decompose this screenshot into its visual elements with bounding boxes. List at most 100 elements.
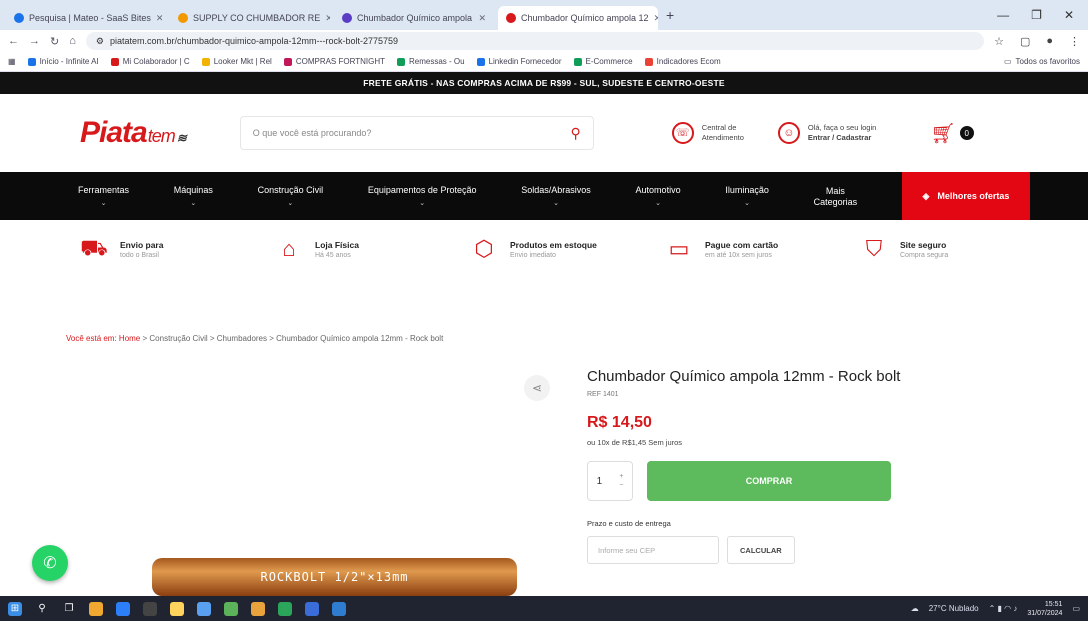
os-taskbar: ⊞ ⚲ ❐ ☁ 27°C Nublado ⌃ ▮ ◠ ♪ 15:51 31/07/… [0,596,1088,621]
nav-item-equipamentos-protecao[interactable]: Equipamentos de Proteção ⌄ [368,185,477,207]
nav-label: Construção Civil [257,185,324,195]
nav-item-maquinas[interactable]: Máquinas ⌄ [174,185,213,207]
reload-icon[interactable]: ↻ [50,35,59,48]
extensions-icon[interactable]: ▢ [1020,35,1030,48]
quantity-stepper[interactable]: 1 + − [587,461,633,501]
home-icon[interactable]: ⌂ [69,35,76,47]
app-icon[interactable] [197,601,211,616]
maximize-icon[interactable]: ❐ [1031,8,1042,22]
bookmark-label: Looker Mkt | Rel [213,57,272,66]
share-button[interactable]: ⋖ [524,375,550,401]
browser-tab-bar: Pesquisa | Mateo - SaaS Bites ✕ SUPPLY CO… [0,0,1088,30]
benefit-subtitle: Envio imediato [510,251,556,259]
benefit-item: ⛟ Envio para todo o Brasil [80,235,275,264]
bookmark-item[interactable]: Looker Mkt | Rel [201,57,272,66]
bookmark-item[interactable]: COMPRAS FORTNIGHT [283,57,385,66]
nav-item-iluminacao[interactable]: Iluminação ⌄ [725,185,769,207]
weather-text[interactable]: 27°C Nublado [929,604,979,613]
all-bookmarks[interactable]: ▭ Todos os favoritos [1004,57,1080,66]
account-line2: Entrar / Cadastrar [807,133,872,142]
whatsapp-button[interactable]: ✆ [32,545,68,581]
bookmark-star-icon[interactable]: ☆ [994,35,1004,48]
app-icon[interactable] [305,601,319,616]
app-icon[interactable] [170,601,184,616]
start-icon[interactable]: ⊞ [8,601,22,616]
breadcrumb-trail[interactable]: > Construção Civil > Chumbadores > Chumb… [143,334,444,343]
close-tab-icon[interactable]: ✕ [478,13,486,24]
buy-button[interactable]: COMPRAR [647,461,891,501]
app-icon[interactable] [224,601,238,616]
account-link[interactable]: ☺ Olá, faça o seu login Entrar / Cadastra… [777,122,876,144]
app-icon[interactable] [278,601,292,616]
benefit-title: Pague com cartão [705,239,779,250]
increment-icon[interactable]: + [619,472,623,481]
menu-icon[interactable]: ⋮ [1069,35,1080,48]
close-window-icon[interactable]: ✕ [1064,8,1074,22]
breadcrumb: Você está em: Home > Construção Civil > … [66,334,443,343]
tab-label: SUPPLY CO CHUMBADOR RE [193,13,321,23]
search-icon[interactable]: ⚲ [571,125,581,142]
bookmark-item[interactable]: Início - Infinite AI [27,57,99,66]
close-tab-icon[interactable]: ✕ [654,13,658,24]
benefit-item: ▭ Pague com cartão em até 10x sem juros [665,236,860,262]
url-field[interactable]: ⚙ piatatem.com.br/chumbador-quimico-ampo… [85,32,985,50]
calculate-shipping-button[interactable]: CALCULAR [727,536,795,564]
product-image[interactable]: ROCKBOLT 1/2"×13mm [152,558,517,596]
nav-item-soldas-abrasivos[interactable]: Soldas/Abrasivos ⌄ [521,185,591,207]
truck-icon: ⛟ [80,234,108,260]
minimize-icon[interactable]: — [997,8,1009,22]
bookmark-label: Mi Colaborador | C [122,57,190,66]
forward-icon[interactable]: → [29,35,40,47]
app-icon[interactable] [143,601,157,616]
bookmark-item[interactable]: E-Commerce [573,57,633,66]
new-tab-button[interactable]: + [666,7,674,23]
browser-tab-active[interactable]: Chumbador Químico ampola 12 ✕ [498,6,658,30]
bookmark-item[interactable]: Linkedin Fornecedor [476,57,562,66]
search-icon[interactable]: ⚲ [35,602,49,616]
benefit-subtitle: Compra segura [900,251,949,259]
store-icon[interactable] [116,601,130,616]
url-text: piatatem.com.br/chumbador-quimico-ampola… [109,36,399,46]
bookmark-item[interactable]: Mi Colaborador | C [110,57,190,66]
breadcrumb-home[interactable]: Você está em: Home [66,334,140,343]
bookmark-favicon-icon [644,57,653,66]
tab-favicon-icon [342,13,352,23]
bookmark-favicon-icon [110,57,119,66]
tray-icons[interactable]: ⌃ ▮ ◠ ♪ [989,604,1018,613]
customer-service-link[interactable]: ☏ Central de Atendimento [671,122,744,144]
nav-item-ferramentas[interactable]: Ferramentas ⌄ [78,185,129,207]
bookmark-item[interactable]: Indicadores Ecom [644,57,721,66]
decrement-icon[interactable]: − [619,481,623,490]
benefit-title: Produtos em estoque [510,239,597,250]
chrome-icon[interactable] [251,601,265,616]
close-tab-icon[interactable]: ✕ [325,13,330,24]
cart-button[interactable]: 🛒︎ 0 [930,121,974,146]
apps-icon[interactable]: ▦ [8,57,16,66]
product-title: Chumbador Químico ampola 12mm - Rock bol… [587,368,901,385]
site-logo[interactable]: Piata tem ≋ [80,116,187,150]
browser-tab-2[interactable]: SUPPLY CO CHUMBADOR RE ✕ [170,6,330,30]
browser-tab-1[interactable]: Pesquisa | Mateo - SaaS Bites ✕ [6,6,166,30]
back-icon[interactable]: ← [8,35,19,47]
browser-tab-3[interactable]: Chumbador Químico ampola ✕ [334,6,494,30]
close-tab-icon[interactable]: ✕ [156,13,164,24]
quantity-value: 1 [596,475,603,487]
nav-item-more-categories[interactable]: Mais Categorias [814,186,858,207]
folder-icon: ▭ [1003,57,1012,66]
bookmark-item[interactable]: Remessas - Ou [397,57,465,66]
profile-icon[interactable]: ● [1046,35,1053,47]
nav-best-offers[interactable]: ◈ Melhores ofertas [901,172,1030,220]
nav-item-automotivo[interactable]: Automotivo ⌄ [636,185,681,207]
search-input[interactable]: O que você está procurando? ⚲ [239,116,594,150]
clock[interactable]: 15:51 31/07/2024 [1027,600,1062,618]
benefits-strip: ⛟ Envio para todo o Brasil ⌂ Loja Física Há … [0,220,1088,278]
more-line1: Mais [825,185,845,196]
main-navigation: Ferramentas ⌄ Máquinas ⌄ Construção Civil ⌄… [0,172,1088,220]
cep-input[interactable]: Informe seu CEP [587,536,719,564]
task-view-icon[interactable]: ❐ [62,602,76,616]
notification-icon[interactable]: ▭ [1072,604,1080,613]
file-explorer-icon[interactable] [89,601,103,616]
site-info-icon[interactable]: ⚙ [96,36,104,47]
nav-item-construcao-civil[interactable]: Construção Civil ⌄ [258,185,324,207]
app-icon[interactable] [332,601,346,616]
